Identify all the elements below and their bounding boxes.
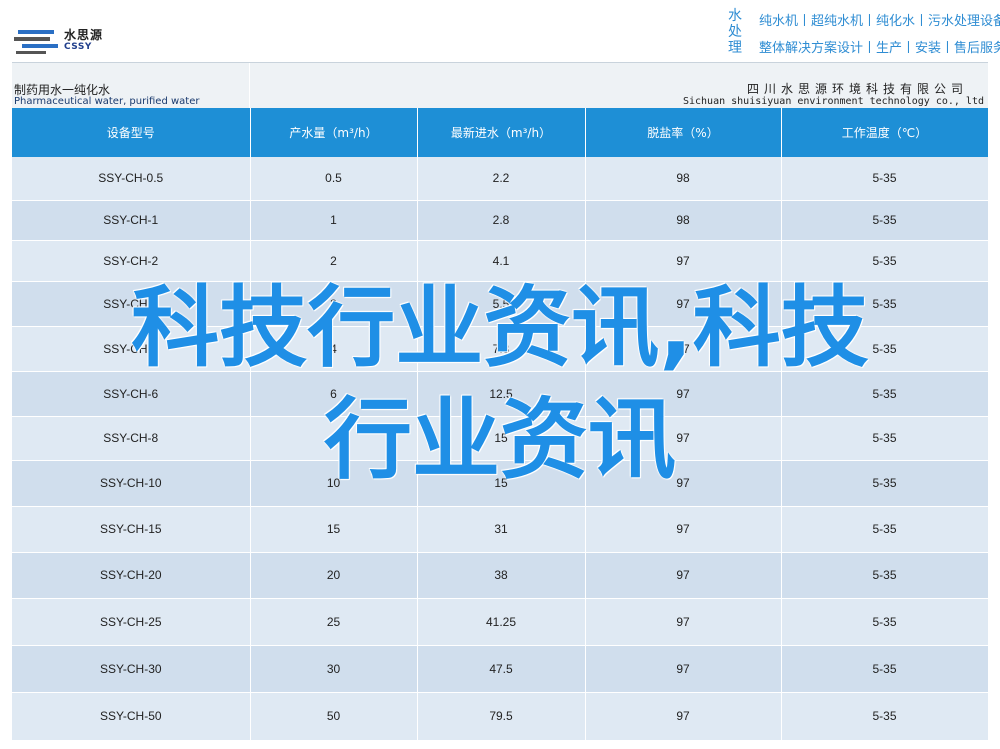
cell-inflow: 4.1 (417, 240, 586, 282)
promo-header: 水处理 纯水机丨超纯水机丨纯化水丨污水处理设备 整体解决方案设计丨生产丨安装丨售… (727, 8, 1000, 60)
title-band-left: 制药用水一纯化水 Pharmaceutical water, purified … (12, 63, 250, 109)
table-row: SSY-CH-1 1 2.8 98 5-35 (12, 200, 989, 241)
cell-inflow: 31 (417, 506, 586, 553)
header-inflow: 最新进水（m³/h） (417, 108, 586, 157)
table-row: SSY-CH-0.5 0.5 2.2 98 5-35 (12, 157, 989, 201)
logo-name-cn: 水思源 (64, 28, 104, 42)
table-header-row: 设备型号 产水量（m³/h） 最新进水（m³/h） 脱盐率（%） 工作温度（℃） (12, 108, 989, 157)
cell-desalination: 97 (585, 506, 782, 553)
cell-model: SSY-CH-0.5 (12, 157, 251, 201)
cell-desalination: 97 (585, 692, 782, 741)
table-row: SSY-CH-15 15 31 97 5-35 (12, 506, 989, 553)
cell-inflow: 38 (417, 552, 586, 599)
cell-inflow: 2.8 (417, 200, 586, 241)
cell-model: SSY-CH-25 (12, 598, 251, 646)
cell-model: SSY-CH-15 (12, 506, 251, 553)
table-row: SSY-CH-30 30 47.5 97 5-35 (12, 645, 989, 693)
promo-vertical-label: 水处理 (728, 8, 742, 56)
cell-temperature: 5-35 (781, 157, 989, 201)
cell-temperature: 5-35 (781, 506, 989, 553)
overlay-headline-line1: 科技行业资讯,科技 (131, 276, 869, 379)
cell-desalination: 98 (585, 157, 782, 201)
cell-inflow: 79.5 (417, 692, 586, 741)
title-band: 制药用水一纯化水 Pharmaceutical water, purified … (12, 62, 988, 109)
company-name-cn: 四川水思源环境科技有限公司 (746, 82, 968, 96)
company-logo: 水思源 CSSY (14, 22, 124, 58)
cell-desalination: 97 (585, 645, 782, 693)
cell-model: SSY-CH-1 (12, 200, 251, 241)
cell-inflow: 41.25 (417, 598, 586, 646)
cell-temperature: 5-35 (781, 552, 989, 599)
product-title-en: Pharmaceutical water, purified water (14, 96, 200, 107)
table-row: SSY-CH-25 25 41.25 97 5-35 (12, 598, 989, 646)
table-row: SSY-CH-20 20 38 97 5-35 (12, 552, 989, 599)
header-model: 设备型号 (12, 108, 251, 157)
table-row: SSY-CH-50 50 79.5 97 5-35 (12, 692, 989, 741)
cell-desalination: 97 (585, 598, 782, 646)
cell-output: 20 (250, 552, 418, 599)
cell-inflow: 47.5 (417, 645, 586, 693)
promo-line-services: 整体解决方案设计丨生产丨安装丨售后服务 (759, 41, 1000, 56)
cell-output: 0.5 (250, 157, 418, 201)
header-output: 产水量（m³/h） (250, 108, 418, 157)
cell-model: SSY-CH-2 (12, 240, 251, 282)
cell-desalination: 98 (585, 200, 782, 241)
overlay-headline-line2: 行业资讯 (323, 388, 676, 491)
company-name-en: Sichuan shuisiyuan environment technolog… (682, 96, 984, 107)
cell-temperature: 5-35 (781, 692, 989, 741)
cell-temperature: 5-35 (781, 240, 989, 282)
cell-output: 1 (250, 200, 418, 241)
cell-temperature: 5-35 (781, 645, 989, 693)
table-row: SSY-CH-2 2 4.1 97 5-35 (12, 240, 989, 282)
cell-temperature: 5-35 (781, 598, 989, 646)
cell-output: 30 (250, 645, 418, 693)
cell-model: SSY-CH-50 (12, 692, 251, 741)
header-temperature: 工作温度（℃） (781, 108, 989, 157)
header-desalination: 脱盐率（%） (585, 108, 782, 157)
cell-output: 15 (250, 506, 418, 553)
cell-temperature: 5-35 (781, 200, 989, 241)
cell-output: 50 (250, 692, 418, 741)
cell-desalination: 97 (585, 240, 782, 282)
logo-name-en: CSSY (64, 42, 92, 52)
cell-model: SSY-CH-20 (12, 552, 251, 599)
cell-inflow: 2.2 (417, 157, 586, 201)
promo-line-products: 纯水机丨超纯水机丨纯化水丨污水处理设备 (759, 14, 1000, 29)
cell-output: 25 (250, 598, 418, 646)
cell-output: 2 (250, 240, 418, 282)
cell-model: SSY-CH-30 (12, 645, 251, 693)
cell-desalination: 97 (585, 552, 782, 599)
logo-mark-icon (14, 30, 58, 54)
